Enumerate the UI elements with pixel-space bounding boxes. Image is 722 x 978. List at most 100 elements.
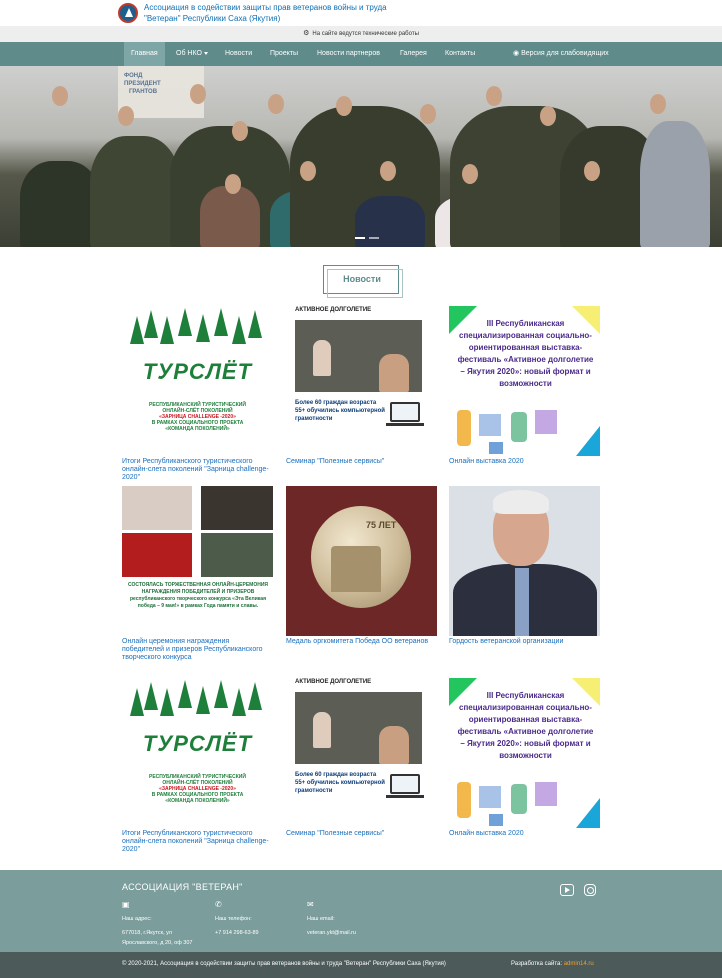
tree-shape	[144, 682, 158, 710]
nav-item-gallery[interactable]: Галерея	[400, 42, 427, 66]
nav-label: Проекты	[270, 50, 299, 57]
news-thumb[interactable]: III Республиканская специализированная с…	[449, 306, 600, 456]
nav-label: Новости партнеров	[317, 50, 380, 57]
portrait-shape	[493, 490, 549, 514]
news-caption[interactable]: Гордость ветеранской организации	[449, 638, 600, 646]
phone-icon: ✆	[215, 900, 222, 909]
slider-dot[interactable]	[369, 237, 379, 239]
news-thumb[interactable]: АКТИВНОЕ ДОЛГОЛЕТИЕ Более 60 граждан воз…	[286, 678, 437, 828]
mail-icon: ✉	[307, 900, 314, 909]
hero-figure	[90, 136, 180, 247]
hero-face	[268, 94, 284, 114]
poster-text: Более 60 граждан возраста 55+ обучились …	[295, 400, 385, 422]
medal-image: 75 ЛЕТ	[311, 506, 411, 608]
hero-face	[300, 161, 316, 181]
news-caption[interactable]: Семинар "Полезные сервисы"	[286, 458, 437, 466]
news-caption[interactable]: Итоги Республиканского туристического он…	[122, 458, 273, 482]
footer-address-label: Наш адрес:	[122, 916, 152, 922]
poster-title: ТУРСЛЁТ	[142, 359, 253, 384]
tree-shape	[130, 316, 144, 344]
news-thumb[interactable]	[449, 486, 600, 636]
poster-line: «КОМАНДА ПОКОЛЕНИЙ»	[165, 798, 230, 804]
accessibility-label: Версия для слабовидящих	[521, 50, 609, 57]
news-thumb[interactable]: 75 ЛЕТ	[286, 486, 437, 636]
tree-shape	[248, 682, 262, 710]
tree-shape	[248, 310, 262, 338]
footer-phone-label: Наш телефон:	[215, 916, 252, 922]
poster-title: АКТИВНОЕ ДОЛГОЛЕТИЕ	[295, 307, 372, 313]
nav-item-partner-news[interactable]: Новости партнеров	[317, 42, 380, 66]
footer-address-value: 677018, г.Якутск, ул Ярославского, д 20,…	[122, 930, 193, 946]
hero-figure	[20, 161, 100, 247]
hero-figure	[355, 196, 425, 247]
poster-illustration	[449, 778, 575, 828]
hero-face	[462, 164, 478, 184]
main-nav: Главная Об НКО Новости Проекты Новости п…	[0, 42, 722, 66]
news-thumb[interactable]: ТУРСЛЁТ РЕСПУБЛИКАНСКИЙ ТУРИСТИЧЕСКИЙ ОН…	[122, 678, 273, 828]
tree-shape	[196, 686, 210, 714]
org-title[interactable]: Ассоциация в содействии защиты прав вете…	[144, 2, 414, 24]
news-caption[interactable]: Онлайн церемония награждения победителей…	[122, 638, 273, 662]
accessibility-link[interactable]: ◉ Версия для слабовидящих	[513, 42, 609, 66]
news-thumb[interactable]: СОСТОЯЛАСЬ ТОРЖЕСТВЕННАЯ ОНЛАЙН-ЦЕРЕМОНИ…	[122, 486, 273, 636]
poster-photo	[201, 533, 273, 577]
logo[interactable]	[118, 3, 138, 23]
tree-shape	[144, 310, 158, 338]
news-heading-text: Новости	[343, 274, 381, 284]
nav-item-projects[interactable]: Проекты	[270, 42, 298, 66]
tree-shape	[178, 308, 192, 336]
nav-item-home[interactable]: Главная	[124, 42, 165, 66]
poster-subtitle: РЕСПУБЛИКАНСКИЙ ТУРИСТИЧЕСКИЙ ОНЛАЙН-СЛЁ…	[122, 402, 273, 432]
news-caption[interactable]: Медаль оргкомитета Победа ОО ветеранов	[286, 638, 437, 646]
decor-triangle	[576, 798, 600, 828]
hero-face	[420, 104, 436, 124]
footer-email-label: Наш email:	[307, 916, 335, 922]
news-thumb[interactable]: III Республиканская специализированная с…	[449, 678, 600, 828]
news-caption[interactable]: Итоги Республиканского туристического он…	[122, 830, 273, 854]
tree-shape	[232, 316, 246, 344]
nav-label: Новости	[225, 50, 253, 57]
footer-email-value[interactable]: veteran.ykt@mail.ru	[307, 928, 356, 938]
hero-face	[380, 161, 396, 181]
notice-text: На сайте ведутся технические работы	[312, 31, 419, 37]
nav-label: Об НКО	[176, 50, 202, 57]
hero-face	[540, 106, 556, 126]
news-caption[interactable]: Онлайн выставка 2020	[449, 458, 600, 466]
footer-title: АССОЦИАЦИЯ "ВЕТЕРАН"	[122, 882, 243, 892]
gear-icon: ⚙	[303, 30, 310, 37]
slider-dot-active[interactable]	[355, 237, 365, 239]
tree-shape	[196, 314, 210, 342]
news-heading: Новости	[323, 265, 403, 298]
medal-text: 75 ЛЕТ	[366, 520, 397, 530]
poster-photo	[295, 692, 422, 764]
nav-item-about[interactable]: Об НКО	[176, 42, 208, 66]
nav-item-news[interactable]: Новости	[225, 42, 252, 66]
poster-photo	[295, 320, 422, 392]
developer-label: Разработка сайта:	[511, 961, 563, 967]
poster-text: СОСТОЯЛАСЬ ТОРЖЕСТВЕННАЯ ОНЛАЙН-ЦЕРЕМОНИ…	[127, 582, 269, 609]
news-caption[interactable]: Онлайн выставка 2020	[449, 830, 600, 838]
footer-bottom-bar: © 2020-2021, Ассоциация в содействии защ…	[0, 952, 722, 978]
caret-down-icon	[203, 51, 208, 55]
news-thumb[interactable]: ТУРСЛЁТ РЕСПУБЛИКАНСКИЙ ТУРИСТИЧЕСКИЙ ОН…	[122, 306, 273, 456]
hero-face	[52, 86, 68, 106]
footer-phone-value[interactable]: +7 914 298-63-89	[215, 928, 259, 938]
poster-text: III Республиканская специализированная с…	[457, 691, 594, 760]
instagram-icon[interactable]	[584, 884, 596, 896]
tree-shape	[214, 308, 228, 336]
hero-slider[interactable]: ФОНД ПРЕЗИДЕНТ ГРАНТОВ	[0, 66, 722, 247]
site-footer: АССОЦИАЦИЯ "ВЕТЕРАН" ▣ Наш адрес: 677018…	[0, 870, 722, 952]
decor-triangle	[576, 426, 600, 456]
youtube-icon[interactable]	[560, 884, 574, 896]
nav-item-contacts[interactable]: Контакты	[445, 42, 475, 66]
news-caption[interactable]: Семинар "Полезные сервисы"	[286, 830, 437, 838]
copyright-text: © 2020-2021, Ассоциация в содействии защ…	[122, 961, 446, 967]
tree-shape	[214, 680, 228, 708]
news-thumb[interactable]: АКТИВНОЕ ДОЛГОЛЕТИЕ Более 60 граждан воз…	[286, 306, 437, 456]
developer-link[interactable]: admin14.ru	[564, 961, 594, 967]
hero-face	[232, 121, 248, 141]
maintenance-notice: ⚙ На сайте ведутся технические работы	[0, 26, 722, 42]
poster-illustration	[449, 406, 575, 456]
poster-photo	[201, 486, 273, 530]
map-marker-icon: ▣	[122, 900, 130, 909]
